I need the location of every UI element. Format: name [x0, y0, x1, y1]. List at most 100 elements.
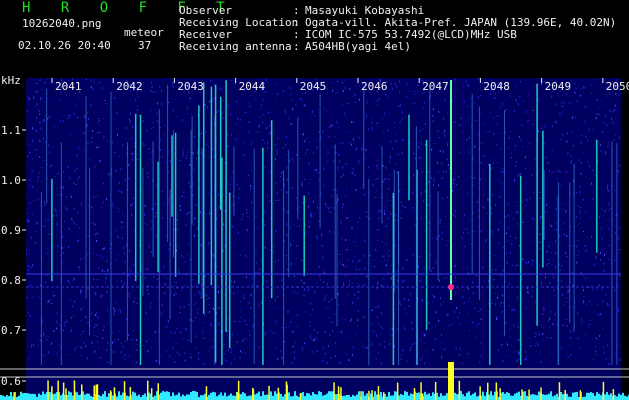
noise-pixel [198, 290, 200, 293]
noise-pixel [136, 109, 138, 112]
noise-pixel [62, 251, 64, 254]
noise-pixel [580, 142, 582, 145]
noise-pixel [319, 279, 321, 281]
noise-pixel [422, 200, 424, 202]
noise-pixel [591, 236, 593, 238]
noise-pixel [90, 86, 92, 88]
level-base-bar [20, 391, 22, 400]
noise-pixel [304, 178, 306, 180]
noise-pixel [413, 102, 415, 104]
noise-pixel [431, 301, 433, 303]
noise-pixel [227, 133, 229, 136]
noise-pixel [277, 199, 279, 201]
noise-pixel [302, 347, 304, 349]
noise-pixel [459, 124, 461, 127]
noise-pixel [507, 296, 509, 298]
noise-pixel [377, 240, 379, 241]
level-base-bar [404, 391, 406, 400]
noise-pixel [259, 116, 261, 117]
noise-pixel [161, 217, 163, 219]
noise-pixel [250, 307, 251, 309]
noise-pixel [30, 266, 32, 269]
noise-pixel [476, 275, 478, 277]
noise-pixel [545, 156, 547, 158]
noise-pixel [606, 95, 608, 97]
noise-pixel [57, 244, 59, 247]
noise-pixel [189, 185, 191, 188]
noise-pixel [274, 299, 276, 302]
noise-pixel [434, 325, 436, 327]
noise-pixel [585, 277, 587, 280]
noise-pixel [284, 109, 286, 111]
noise-pixel [515, 237, 516, 240]
noise-pixel [294, 357, 296, 360]
noise-pixel [114, 151, 116, 154]
noise-pixel [194, 303, 196, 305]
noise-pixel [491, 269, 493, 270]
noise-pixel [480, 162, 482, 164]
noise-pixel [323, 168, 325, 171]
noise-pixel [432, 295, 434, 296]
noise-pixel [148, 293, 150, 296]
noise-pixel [517, 264, 519, 267]
noise-pixel [242, 213, 244, 215]
noise-pixel [101, 206, 103, 208]
level-bar [286, 384, 288, 400]
noise-pixel [269, 300, 271, 302]
level-base-bar [60, 395, 62, 400]
noise-pixel [546, 250, 548, 253]
noise-pixel [347, 259, 349, 261]
noise-pixel [159, 127, 161, 128]
noise-pixel [147, 350, 149, 353]
noise-pixel [601, 249, 603, 251]
noise-pixel [80, 258, 82, 261]
noise-pixel [116, 112, 118, 115]
noise-pixel [595, 345, 597, 347]
noise-pixel [446, 196, 448, 199]
noise-pixel [207, 106, 209, 109]
noise-pixel [97, 324, 99, 327]
noise-pixel [133, 263, 135, 266]
noise-pixel [157, 297, 159, 299]
noise-pixel [355, 245, 357, 247]
noise-pixel [468, 233, 470, 235]
noise-pixel [201, 330, 203, 332]
level-base-bar [588, 392, 590, 400]
noise-pixel [513, 95, 514, 97]
noise-pixel [400, 210, 402, 212]
noise-pixel [106, 291, 108, 293]
noise-pixel [615, 225, 617, 227]
noise-pixel [40, 284, 41, 287]
noise-pixel [80, 334, 82, 335]
noise-pixel [322, 130, 324, 133]
noise-pixel [527, 291, 529, 294]
noise-pixel [236, 203, 238, 205]
noise-pixel [359, 259, 361, 262]
noise-pixel [430, 269, 432, 272]
noise-pixel [327, 160, 329, 162]
noise-pixel [608, 304, 610, 306]
noise-pixel [608, 362, 610, 365]
noise-pixel [117, 254, 119, 256]
noise-pixel [36, 222, 38, 225]
noise-pixel [440, 296, 442, 299]
noise-pixel [383, 130, 385, 132]
noise-pixel [434, 338, 436, 341]
noise-pixel [287, 310, 289, 313]
noise-pixel [585, 211, 587, 213]
noise-pixel [189, 163, 191, 166]
noise-pixel [243, 154, 245, 157]
noise-pixel [91, 312, 93, 315]
noise-pixel [87, 149, 89, 151]
noise-pixel [264, 246, 266, 249]
noise-pixel [422, 357, 423, 359]
noise-pixel [309, 245, 311, 246]
noise-pixel [619, 164, 621, 167]
noise-pixel [120, 311, 122, 314]
noise-pixel [477, 96, 479, 99]
level-base-bar [200, 395, 202, 400]
noise-pixel [526, 261, 527, 264]
noise-pixel [260, 259, 262, 261]
noise-pixel [146, 172, 148, 174]
spectrogram-background [26, 78, 621, 400]
